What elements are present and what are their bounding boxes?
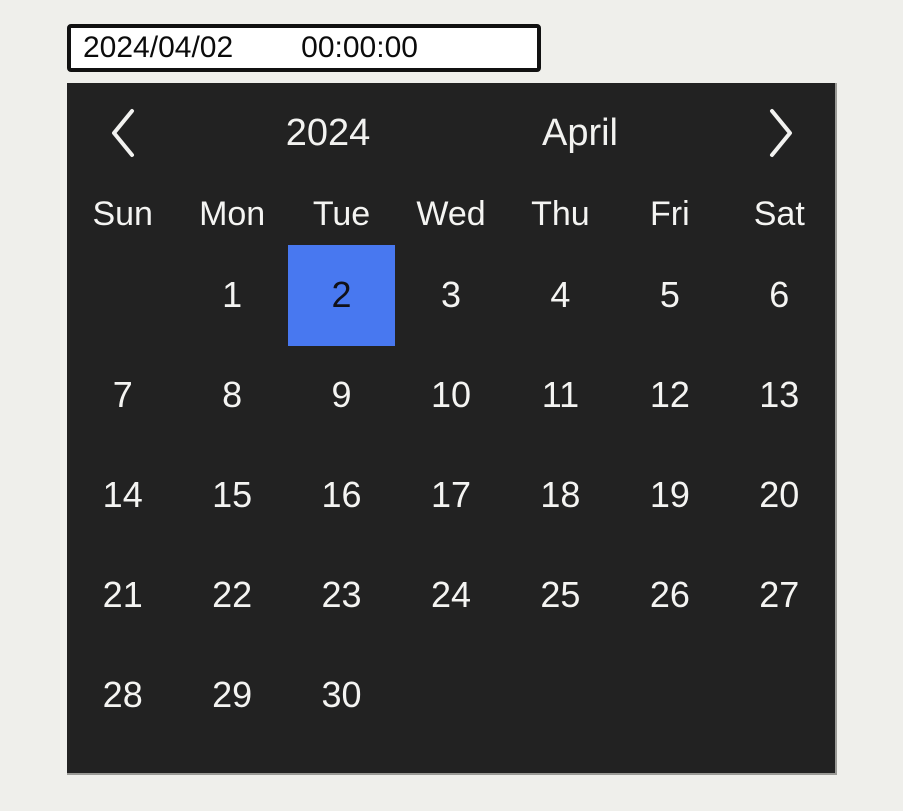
day-cell-1[interactable]: 1 — [177, 245, 286, 345]
day-label: 23 — [321, 574, 362, 615]
day-cell-2[interactable]: 2 — [287, 244, 396, 346]
day-cell-22[interactable]: 22 — [177, 545, 286, 645]
day-cell-6[interactable]: 6 — [725, 245, 834, 345]
year-label[interactable]: 2024 — [243, 83, 413, 183]
day-label: 1 — [222, 274, 243, 315]
month-label[interactable]: April — [495, 83, 665, 183]
day-label: 7 — [112, 374, 133, 415]
day-cell-4[interactable]: 4 — [506, 245, 615, 345]
day-cell-empty — [68, 245, 177, 345]
day-cell-9[interactable]: 9 — [287, 345, 396, 445]
weekday-mon: Mon — [199, 194, 266, 233]
day-label: 10 — [430, 374, 471, 415]
day-cell-30[interactable]: 30 — [287, 645, 396, 745]
chevron-right-icon — [764, 107, 798, 159]
day-cell-3[interactable]: 3 — [396, 245, 505, 345]
day-cell-10[interactable]: 10 — [396, 345, 505, 445]
day-label: 21 — [102, 574, 143, 615]
day-cell-17[interactable]: 17 — [396, 445, 505, 545]
calendar-panel: 2024 April Sun Mon Tue Wed Thu Fri Sat 1234567… — [67, 83, 837, 775]
day-cell-20[interactable]: 20 — [725, 445, 834, 545]
day-cell-25[interactable]: 25 — [506, 545, 615, 645]
day-cell-19[interactable]: 19 — [615, 445, 724, 545]
calendar-header: 2024 April — [67, 83, 835, 183]
day-label: 14 — [102, 474, 143, 515]
day-cell-5[interactable]: 5 — [615, 245, 724, 345]
day-label: 24 — [430, 574, 471, 615]
day-label: 9 — [331, 374, 352, 415]
datetime-input[interactable]: 2024/04/02 00:00:00 — [67, 24, 541, 72]
day-cell-7[interactable]: 7 — [68, 345, 177, 445]
day-label: 15 — [212, 474, 253, 515]
day-label: 5 — [659, 274, 680, 315]
day-cell-16[interactable]: 16 — [287, 445, 396, 545]
day-cell-29[interactable]: 29 — [177, 645, 286, 745]
day-label: 30 — [321, 674, 362, 715]
day-cell-11[interactable]: 11 — [506, 345, 615, 445]
day-label: 13 — [759, 374, 800, 415]
previous-month-button[interactable] — [95, 105, 151, 161]
day-label: 19 — [649, 474, 690, 515]
day-label: 18 — [540, 474, 581, 515]
day-cell-28[interactable]: 28 — [68, 645, 177, 745]
day-label: 22 — [212, 574, 253, 615]
day-cell-26[interactable]: 26 — [615, 545, 724, 645]
day-label: 29 — [212, 674, 253, 715]
day-label: 20 — [759, 474, 800, 515]
day-cell-23[interactable]: 23 — [287, 545, 396, 645]
day-label: 16 — [321, 474, 362, 515]
day-cell-24[interactable]: 24 — [396, 545, 505, 645]
weekday-header-row: Sun Mon Tue Wed Thu Fri Sat — [67, 183, 835, 245]
days-grid: 1 2 3 4 5 6 7 8 9 10 11 12 13 14 15 16 17 18 19 20 21 22 23 24 2… — [67, 244, 835, 745]
day-cell-27[interactable]: 27 — [725, 545, 834, 645]
date-value[interactable]: 2024/04/02 — [83, 31, 233, 65]
day-cell-12[interactable]: 12 — [615, 345, 724, 445]
weekday-sat: Sat — [753, 194, 805, 233]
time-value[interactable]: 00:00:00 — [301, 31, 418, 65]
day-cell-8[interactable]: 8 — [177, 345, 286, 445]
day-label: 17 — [430, 474, 471, 515]
day-label: 25 — [540, 574, 581, 615]
day-label: 6 — [769, 274, 790, 315]
weekday-thu: Thu — [531, 194, 590, 233]
day-label: 8 — [222, 374, 243, 415]
day-cell-15[interactable]: 15 — [177, 445, 286, 545]
day-cell-21[interactable]: 21 — [68, 545, 177, 645]
weekday-fri: Fri — [650, 194, 690, 233]
next-month-button[interactable] — [753, 105, 809, 161]
day-label: 27 — [759, 574, 800, 615]
day-label: 11 — [541, 374, 580, 415]
day-label: 2 — [288, 244, 396, 346]
day-label: 12 — [649, 374, 690, 415]
weekday-tue: Tue — [312, 194, 371, 233]
weekday-wed: Wed — [416, 194, 486, 233]
day-cell-13[interactable]: 13 — [725, 345, 834, 445]
day-label: 26 — [649, 574, 690, 615]
weekday-sun: Sun — [92, 194, 153, 233]
day-label: 4 — [550, 274, 571, 315]
day-label: 28 — [102, 674, 143, 715]
day-cell-18[interactable]: 18 — [506, 445, 615, 545]
day-cell-14[interactable]: 14 — [68, 445, 177, 545]
day-label: 3 — [440, 274, 461, 315]
chevron-left-icon — [106, 107, 140, 159]
